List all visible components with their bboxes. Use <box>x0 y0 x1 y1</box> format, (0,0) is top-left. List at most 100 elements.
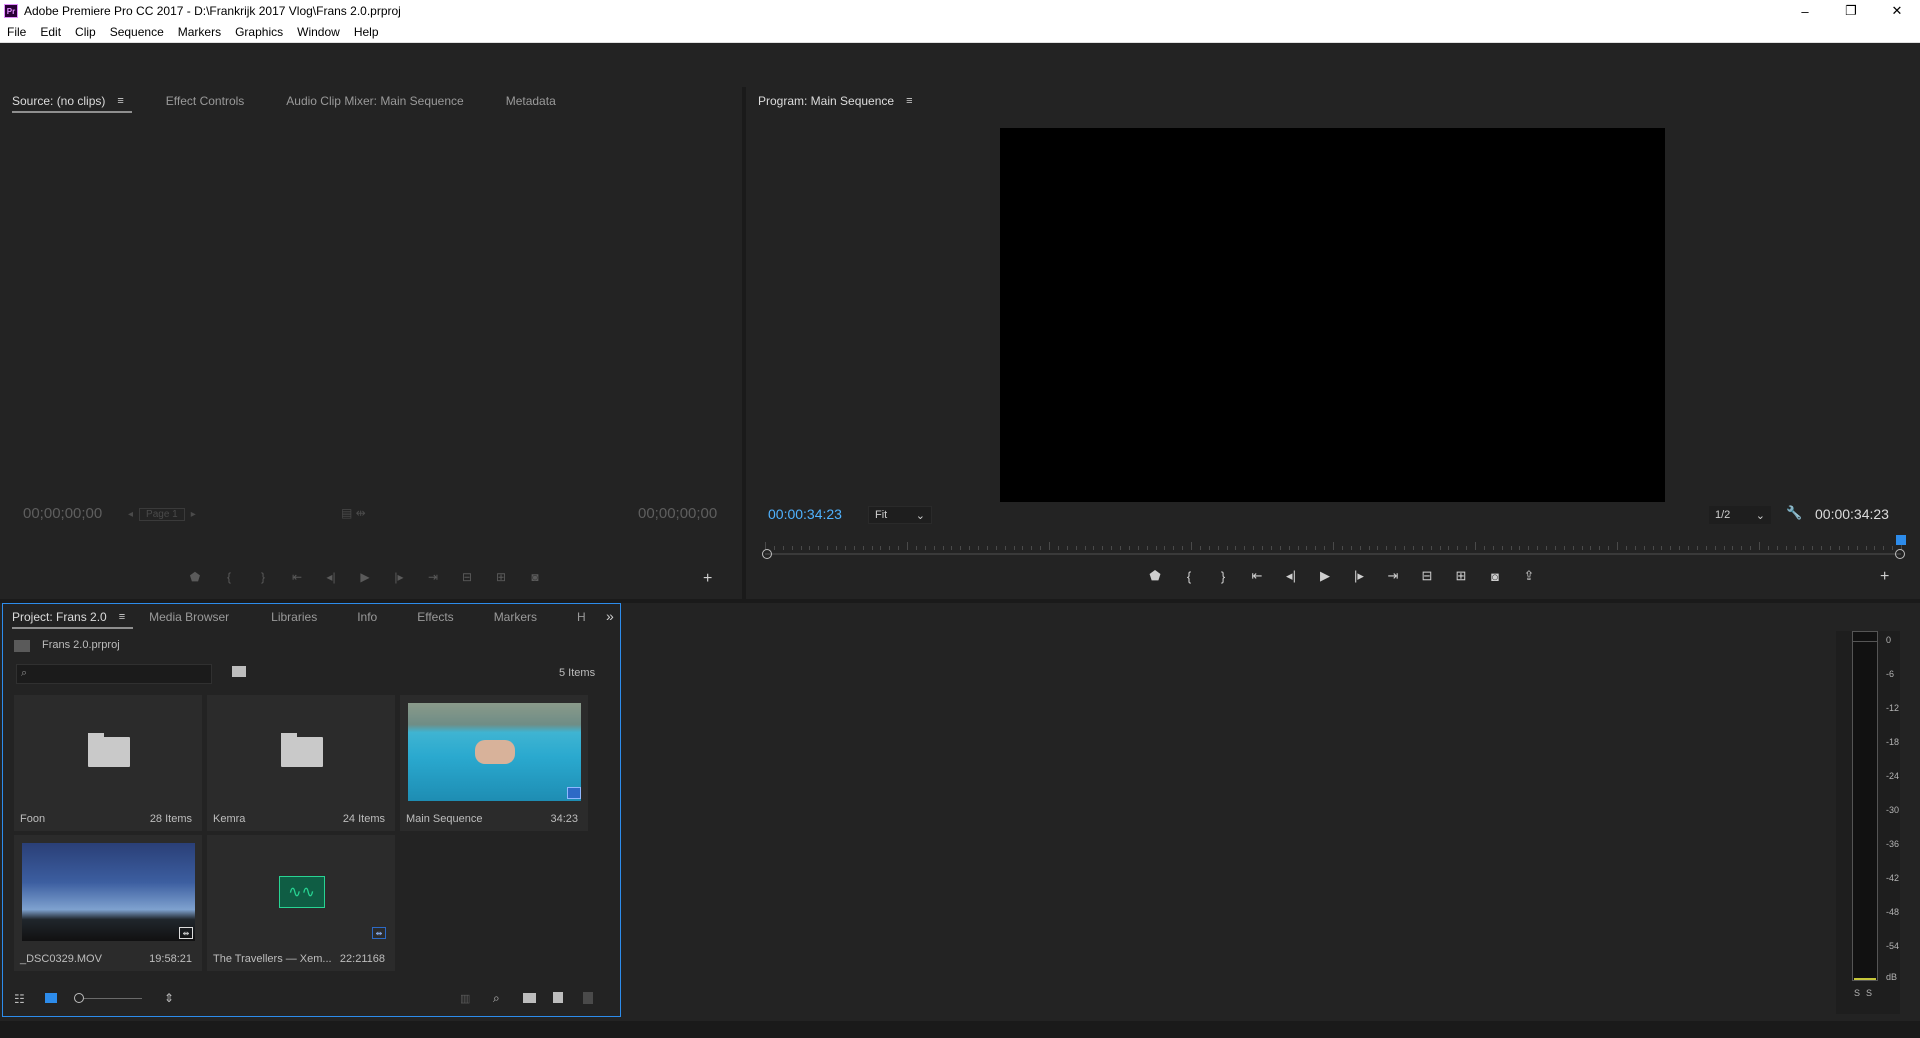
find-icon[interactable]: ⌕ <box>493 991 500 1006</box>
mark-out-icon[interactable]: } <box>254 570 272 584</box>
tab-metadata[interactable]: Metadata <box>506 87 556 115</box>
ruler-tick <box>1572 546 1574 550</box>
extract-icon[interactable]: ⊞ <box>1451 568 1471 584</box>
audio-badge-icon: ⇹ <box>372 927 386 939</box>
meter-label: -42 <box>1886 873 1900 883</box>
zoom-fit-select[interactable]: Fit ⌄ <box>868 506 932 524</box>
menu-help[interactable]: Help <box>347 25 386 39</box>
wrench-icon[interactable]: 🔧 <box>1786 505 1802 521</box>
ruler-start-handle[interactable] <box>762 549 772 559</box>
new-bin-icon[interactable] <box>523 993 536 1003</box>
minimize-button[interactable]: – <box>1782 0 1828 22</box>
insert-icon[interactable]: ⊟ <box>458 570 476 584</box>
tab-project[interactable]: Project: Frans 2.0 ≡ <box>12 603 134 631</box>
solo-left-button[interactable]: S <box>1854 988 1860 998</box>
tab-media-browser[interactable]: Media Browser <box>149 603 229 631</box>
step-forward-icon[interactable]: |▸ <box>1349 568 1369 584</box>
source-timecode-current[interactable]: 00;00;00;00 <box>23 505 102 522</box>
menu-edit[interactable]: Edit <box>33 25 68 39</box>
tab-effects[interactable]: Effects <box>417 603 453 631</box>
ruler-tick <box>1803 546 1805 550</box>
list-item[interactable]: Foon 28 Items <box>14 695 202 831</box>
mark-in-icon[interactable]: { <box>1179 569 1199 584</box>
item-meta: 24 Items <box>342 813 385 825</box>
panel-menu-icon[interactable]: ≡ <box>117 95 123 107</box>
lift-icon[interactable]: ⊟ <box>1417 568 1437 584</box>
go-to-out-icon[interactable]: ⇥ <box>1383 568 1403 584</box>
menu-markers[interactable]: Markers <box>171 25 228 39</box>
menu-window[interactable]: Window <box>290 25 347 39</box>
zoom-slider-track[interactable] <box>84 998 142 999</box>
solo-right-button[interactable]: S <box>1866 988 1872 998</box>
mark-in-icon[interactable]: { <box>220 570 238 584</box>
tab-source[interactable]: Source: (no clips) ≡ <box>12 87 132 115</box>
new-item-icon[interactable] <box>553 992 563 1003</box>
tab-audio-clip-mixer[interactable]: Audio Clip Mixer: Main Sequence <box>286 87 463 115</box>
play-icon[interactable]: ▶ <box>1315 568 1335 584</box>
program-video-frame[interactable] <box>1000 128 1665 502</box>
go-to-in-icon[interactable]: ⇤ <box>1247 568 1267 584</box>
step-forward-icon[interactable]: |▸ <box>390 570 408 584</box>
audio-meter-bar <box>1852 631 1878 981</box>
tab-info[interactable]: Info <box>357 603 377 631</box>
ruler-tick <box>889 546 891 550</box>
go-to-out-icon[interactable]: ⇥ <box>424 570 442 584</box>
find-bin-icon[interactable] <box>232 666 246 677</box>
page-selector[interactable]: ◂ Page 1 ▸ <box>128 508 196 521</box>
step-back-icon[interactable]: ◂| <box>1281 568 1301 584</box>
panel-menu-icon[interactable]: ≡ <box>119 611 125 623</box>
zoom-slider-handle[interactable] <box>74 993 84 1003</box>
program-add-button-icon[interactable]: + <box>1880 568 1889 586</box>
list-item[interactable]: Main Sequence 34:23 <box>400 695 588 831</box>
close-button[interactable]: ✕ <box>1874 0 1920 22</box>
meter-label: -36 <box>1886 839 1900 849</box>
tab-history[interactable]: H <box>577 603 586 631</box>
ruler-tick <box>1191 542 1192 550</box>
tab-project-label: Project: Frans 2.0 <box>12 610 107 624</box>
item-meta: 19:58:21 <box>149 953 192 965</box>
panel-menu-icon[interactable]: ≡ <box>906 95 912 107</box>
mark-out-icon[interactable]: } <box>1213 569 1233 584</box>
list-view-icon[interactable]: ☷ <box>14 992 25 1006</box>
tabs-overflow-icon[interactable]: » <box>606 608 614 624</box>
ruler-tick <box>1226 546 1228 550</box>
sort-icon[interactable]: ⇕ <box>164 991 174 1005</box>
menu-graphics[interactable]: Graphics <box>228 25 290 39</box>
automate-to-sequence-icon[interactable]: ▥ <box>460 992 470 1005</box>
playhead-icon[interactable] <box>1896 535 1906 545</box>
ruler-tick <box>871 546 873 550</box>
go-to-in-icon[interactable]: ⇤ <box>288 570 306 584</box>
ruler-tick <box>1164 546 1166 550</box>
program-timecode-current[interactable]: 00:00:34:23 <box>768 506 842 522</box>
list-item[interactable]: ∿∿ ⇹ The Travellers — Xem... 22:21168 <box>207 835 395 971</box>
restore-button[interactable]: ❐ <box>1828 0 1874 22</box>
meter-label: 0 <box>1886 635 1892 645</box>
page-label: Page 1 <box>139 508 185 521</box>
tab-effect-controls[interactable]: Effect Controls <box>166 87 244 115</box>
menu-file[interactable]: File <box>0 25 33 39</box>
overwrite-icon[interactable]: ⊞ <box>492 570 510 584</box>
menu-sequence[interactable]: Sequence <box>103 25 171 39</box>
list-item[interactable]: Kemra 24 Items <box>207 695 395 831</box>
tab-libraries[interactable]: Libraries <box>271 603 317 631</box>
program-time-ruler[interactable] <box>765 536 1902 556</box>
export-frame-icon[interactable]: ◙ <box>1485 569 1505 584</box>
add-marker-icon[interactable]: ⬟ <box>186 570 204 584</box>
icon-view-icon[interactable] <box>45 993 57 1003</box>
play-icon[interactable]: ▶ <box>356 570 374 584</box>
list-item[interactable]: ⇹ _DSC0329.MOV 19:58:21 <box>14 835 202 971</box>
export-frame-icon[interactable]: ◙ <box>526 570 544 584</box>
timeline-panel[interactable] <box>625 603 1920 1017</box>
share-icon[interactable]: ⇪ <box>1519 568 1539 584</box>
ruler-end-handle[interactable] <box>1895 549 1905 559</box>
tab-markers[interactable]: Markers <box>494 603 537 631</box>
source-settings-icon[interactable]: ▤ ⇹ <box>341 506 366 520</box>
project-search-input[interactable]: ⌕ <box>16 664 212 684</box>
playback-resolution-select[interactable]: 1/2 ⌄ <box>1709 506 1771 524</box>
step-back-icon[interactable]: ◂| <box>322 570 340 584</box>
menu-clip[interactable]: Clip <box>68 25 103 39</box>
add-marker-icon[interactable]: ⬟ <box>1145 568 1165 584</box>
source-add-button-icon[interactable]: + <box>703 570 712 588</box>
tab-program[interactable]: Program: Main Sequence ≡ <box>758 87 913 115</box>
trash-icon[interactable] <box>583 992 593 1004</box>
